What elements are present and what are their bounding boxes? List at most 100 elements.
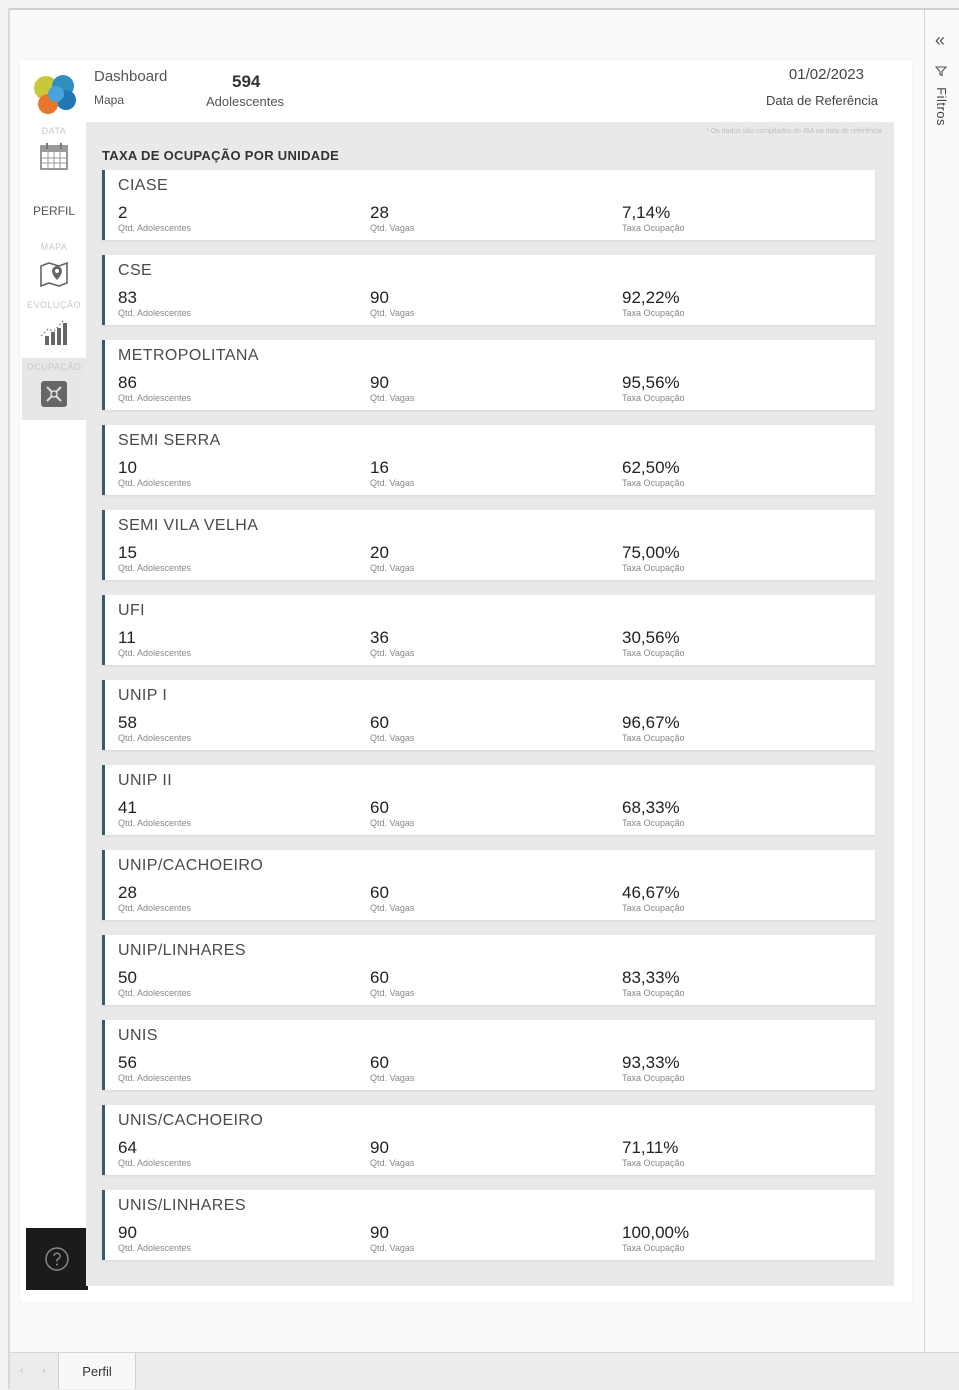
unit-card[interactable]: UNIS/CACHOEIRO 64 Qtd. Adolescentes 90 Qtd. … <box>102 1105 875 1175</box>
collapse-double-chevron-icon[interactable]: « <box>935 30 945 51</box>
qtd-adolescentes-label: Qtd. Adolescentes <box>118 1243 192 1253</box>
taxa-ocupacao-metric: 71,11% Taxa Ocupação <box>622 1138 685 1169</box>
unit-card[interactable]: METROPOLITANA 86 Qtd. Adolescentes 90 Qtd. V… <box>102 340 875 410</box>
qtd-vagas-value: 60 <box>370 883 389 902</box>
taxa-ocupacao-label: Taxa Ocupação <box>622 1158 685 1168</box>
reference-date-value: 01/02/2023 <box>788 66 864 83</box>
taxa-ocupacao-label: Taxa Ocupação <box>622 1243 685 1253</box>
qtd-adolescentes-value: 50 <box>118 968 137 987</box>
qtd-vagas-metric: 60 Qtd. Vagas <box>370 799 414 829</box>
dashboard-title: Dashboard <box>94 68 168 85</box>
map-pin-icon[interactable] <box>38 258 70 290</box>
unit-card[interactable]: SEMI SERRA 10 Qtd. Adolescentes 16 Qtd. Vaga… <box>102 425 875 495</box>
qtd-vagas-metric: 90 Qtd. Vagas <box>370 289 415 319</box>
taxa-ocupacao-value: 71,11% <box>622 1138 679 1157</box>
qtd-vagas-metric: 36 Qtd. Vagas <box>370 628 415 659</box>
qtd-adolescentes-metric: 83 Qtd. Adolescentes <box>118 289 191 319</box>
tab-scroll-arrows-icon[interactable]: ‹ › <box>20 1365 53 1376</box>
taxa-ocupacao-label: Taxa Ocupação <box>622 308 685 318</box>
mapa-link[interactable]: Mapa <box>94 93 124 107</box>
filters-label: Filtros <box>934 87 949 127</box>
qtd-vagas-metric: 90 Qtd. Vagas <box>370 373 414 404</box>
unit-card[interactable]: UNIS/LINHARES 90 Qtd. Adolescentes 90 Qtd. V… <box>102 1190 875 1260</box>
help-icon <box>45 1247 69 1271</box>
qtd-adolescentes-value: 10 <box>118 458 137 477</box>
qtd-adolescentes-label: Qtd. Adolescentes <box>118 478 192 488</box>
qtd-vagas-label: Qtd. Vagas <box>370 223 415 233</box>
filters-toggle[interactable]: Filtros <box>934 65 949 126</box>
bar-chart-icon[interactable] <box>38 316 70 348</box>
taxa-ocupacao-metric: 92,22% Taxa Ocupação <box>622 288 685 319</box>
taxa-ocupacao-metric: 95,56% Taxa Ocupação <box>622 374 685 404</box>
nav-evolucao-label: EVOLUÇÃO <box>26 300 81 310</box>
unit-name: CSE <box>118 262 153 279</box>
qtd-adolescentes-value: 64 <box>118 1138 137 1157</box>
qtd-adolescentes-value: 86 <box>118 373 137 392</box>
unit-name: SEMI VILA VELHA <box>118 517 259 534</box>
taxa-ocupacao-metric: 46,67% Taxa Ocupação <box>622 883 685 914</box>
qtd-vagas-metric: 20 Qtd. Vagas <box>370 543 415 574</box>
qtd-vagas-label: Qtd. Vagas <box>370 308 415 318</box>
unit-card[interactable]: CSE 83 Qtd. Adolescentes 90 Qtd. Vagas 92,22%… <box>102 255 875 325</box>
qtd-adolescentes-metric: 41 Qtd. Adolescentes <box>118 799 192 829</box>
unit-card[interactable]: UNIP/LINHARES 50 Qtd. Adolescentes 60 Qtd. V… <box>102 935 875 1005</box>
qtd-adolescentes-metric: 11 Qtd. Adolescentes <box>118 629 191 659</box>
filters-pane[interactable]: « Filtros <box>924 10 959 1352</box>
taxa-ocupacao-label: Taxa Ocupação <box>622 903 685 913</box>
unit-card[interactable]: UNIP I 58 Qtd. Adolescentes 60 Qtd. Vagas 96,… <box>102 680 875 750</box>
qtd-vagas-metric: 60 Qtd. Vagas <box>370 969 415 999</box>
taxa-ocupacao-metric: 96,67% Taxa Ocupação <box>622 714 685 744</box>
nav-perfil[interactable]: PERFIL <box>22 204 86 218</box>
taxa-ocupacao-value: 75,00% <box>622 543 680 562</box>
qtd-vagas-metric: 60 Qtd. Vagas <box>370 1053 414 1084</box>
calendar-icon[interactable] <box>38 140 70 172</box>
funnel-icon <box>934 65 949 77</box>
qtd-adolescentes-value: 28 <box>118 883 137 902</box>
qtd-vagas-label: Qtd. Vagas <box>370 648 415 658</box>
unit-card[interactable]: UNIP II 41 Qtd. Adolescentes 60 Qtd. Vagas 68… <box>102 765 875 835</box>
qtd-adolescentes-label: Qtd. Adolescentes <box>118 393 192 403</box>
tab-perfil[interactable]: Perfil <box>58 1353 136 1389</box>
qtd-vagas-value: 90 <box>370 373 389 392</box>
qtd-adolescentes-value: 56 <box>118 1053 137 1072</box>
qtd-adolescentes-value: 90 <box>118 1223 137 1242</box>
taxa-ocupacao-metric: 62,50% Taxa Ocupação <box>622 459 685 489</box>
qtd-vagas-value: 28 <box>370 203 389 222</box>
unit-name: UNIS <box>118 1027 158 1044</box>
unit-name: UNIP/LINHARES <box>118 942 246 959</box>
total-adolescentes-label: Adolescentes <box>206 94 285 109</box>
qtd-adolescentes-value: 58 <box>118 713 137 732</box>
taxa-ocupacao-label: Taxa Ocupação <box>622 478 685 488</box>
qtd-vagas-value: 16 <box>370 458 389 477</box>
qtd-vagas-value: 36 <box>370 628 389 647</box>
taxa-ocupacao-metric: 93,33% Taxa Ocupação <box>622 1054 685 1084</box>
occupancy-icon[interactable] <box>38 378 70 410</box>
taxa-ocupacao-metric: 68,33% Taxa Ocupação <box>622 798 685 829</box>
unit-name: UNIP II <box>118 772 173 789</box>
taxa-ocupacao-label: Taxa Ocupação <box>622 563 685 573</box>
nav-data-label: DATA <box>41 126 67 136</box>
qtd-vagas-metric: 90 Qtd. Vagas <box>370 1224 415 1254</box>
qtd-vagas-value: 60 <box>370 1053 389 1072</box>
unit-card[interactable]: UFI 11 Qtd. Adolescentes 36 Qtd. Vagas 30,56%… <box>102 595 875 665</box>
unit-card[interactable]: CIASE 2 Qtd. Adolescentes 28 Qtd. Vagas 7,14%… <box>102 170 875 240</box>
qtd-adolescentes-label: Qtd. Adolescentes <box>118 818 192 828</box>
qtd-vagas-label: Qtd. Vagas <box>370 988 415 998</box>
unit-name: UNIS/CACHOEIRO <box>118 1112 264 1129</box>
qtd-vagas-label: Qtd. Vagas <box>370 563 415 573</box>
unit-card[interactable]: UNIP/CACHOEIRO 28 Qtd. Adolescentes 60 Qtd. … <box>102 850 875 920</box>
taxa-ocupacao-metric: 30,56% Taxa Ocupação <box>622 629 685 659</box>
reference-date-label: Data de Referência <box>765 93 878 108</box>
unit-card[interactable]: UNIS 56 Qtd. Adolescentes 60 Qtd. Vagas 93,33… <box>102 1020 875 1090</box>
taxa-ocupacao-value: 46,67% <box>622 883 680 902</box>
qtd-vagas-label: Qtd. Vagas <box>370 1158 415 1168</box>
qtd-adolescentes-metric: 58 Qtd. Adolescentes <box>118 713 191 744</box>
help-button[interactable] <box>26 1228 88 1290</box>
taxa-ocupacao-value: 92,22% <box>622 288 680 307</box>
qtd-vagas-label: Qtd. Vagas <box>370 1243 415 1253</box>
report-page: DATA PERFIL MAPA EVOLUÇÃO OCUPAÇÃO Dashb… <box>20 60 912 1302</box>
taxa-ocupacao-value: 68,33% <box>622 798 680 817</box>
qtd-adolescentes-metric: 28 Qtd. Adolescentes <box>118 883 191 914</box>
qtd-vagas-value: 20 <box>370 543 389 562</box>
unit-card[interactable]: SEMI VILA VELHA 15 Qtd. Adolescentes 20 Qtd.… <box>102 510 875 580</box>
